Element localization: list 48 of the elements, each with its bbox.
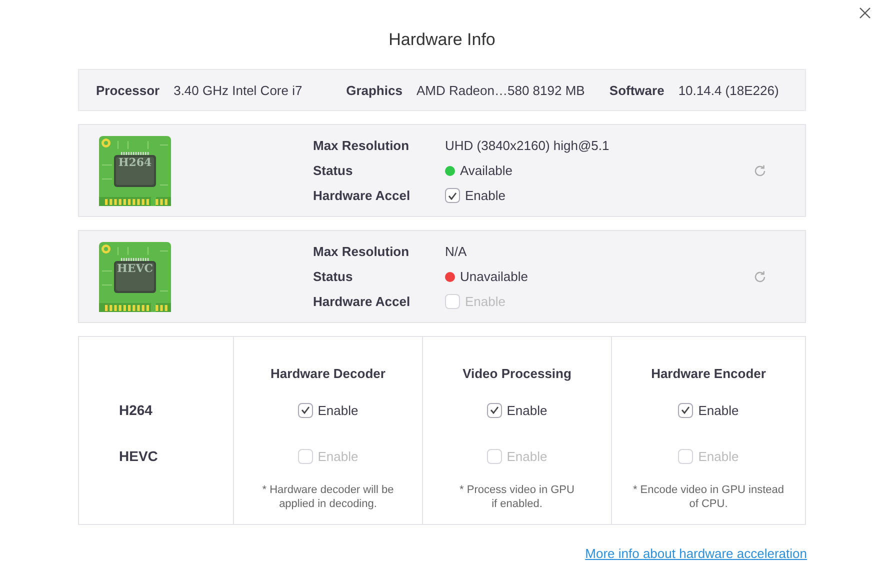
checkbox-label: Enable	[698, 402, 739, 418]
chip-label: H264	[117, 156, 153, 168]
field-label: Status	[313, 162, 354, 180]
info-label: Software	[609, 82, 664, 98]
chip-icon	[98, 134, 172, 206]
checkbox-label: Enable	[318, 448, 358, 464]
checkbox-label: Enable	[698, 448, 739, 464]
chip-icon	[98, 240, 172, 312]
column-header: Hardware Decoder	[270, 366, 386, 381]
refresh-icon[interactable]	[753, 164, 767, 178]
checkbox-label: Enable	[506, 448, 548, 464]
field-label: Hardware Accel	[313, 186, 412, 204]
row-label: H264	[119, 402, 152, 418]
info-label: Graphics	[346, 82, 402, 98]
field-label: Max Resolution	[313, 242, 410, 260]
checkbox-label: Enable	[318, 402, 358, 418]
check-icon	[300, 406, 310, 414]
check-icon	[490, 406, 499, 414]
chip-label: HEVC	[116, 262, 154, 274]
field-label: Max Resolution	[313, 136, 410, 154]
checkbox[interactable]	[678, 402, 694, 418]
column-note: * Encode video in GPU instead of CPU.	[632, 483, 784, 511]
field-value: N/A	[445, 242, 468, 260]
field-label: Status	[313, 268, 354, 286]
info-value: AMD Radeon…580 8192 MB	[416, 82, 586, 98]
field-value: UHD (3840x2160) high@5.1	[445, 136, 610, 154]
check-icon	[681, 406, 690, 414]
column-header: Hardware Encoder	[651, 366, 766, 381]
column-header: Video Processing	[462, 366, 572, 381]
field-label: Hardware Accel	[313, 292, 412, 310]
refresh-icon[interactable]	[753, 270, 767, 284]
column-note: * Process video in GPU if enabled.	[460, 483, 574, 511]
status-text: Unavailable	[460, 268, 528, 286]
check-icon	[448, 192, 457, 200]
info-value: 10.14.4 (18E226)	[678, 82, 780, 98]
checkbox-label: Enable	[506, 402, 548, 418]
row-label: HEVC	[119, 448, 158, 464]
more-info-link[interactable]: More info about hardware acceleration	[585, 546, 807, 561]
checkbox-label: Enable	[465, 292, 506, 310]
info-value: 3.40 GHz Intel Core i7	[174, 82, 304, 98]
checkbox-label: Enable	[465, 186, 506, 204]
info-label: Processor	[96, 82, 160, 98]
checkbox[interactable]	[486, 402, 502, 418]
window-title: Hardware Info	[388, 30, 496, 50]
checkbox[interactable]	[445, 188, 460, 203]
column-note: * Hardware decoder will be applied in decoding.	[262, 483, 394, 511]
checkbox[interactable]	[298, 402, 313, 418]
status-text: Available	[460, 162, 513, 180]
